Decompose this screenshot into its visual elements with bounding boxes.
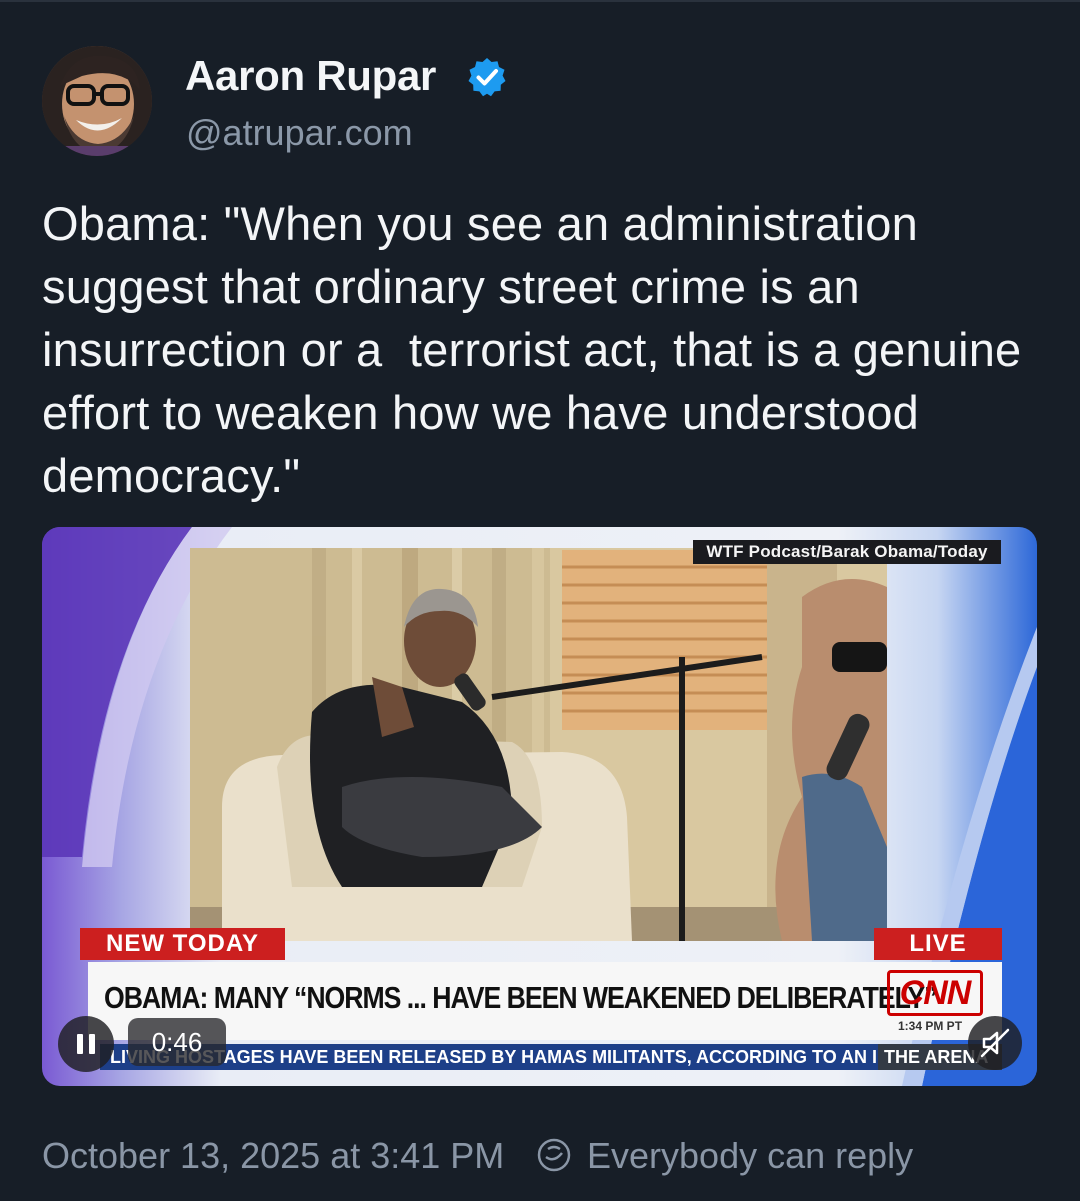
speaker-muted-icon xyxy=(980,1028,1010,1058)
verified-check-icon xyxy=(468,58,506,97)
post-timestamp[interactable]: October 13, 2025 at 3:41 PM xyxy=(42,1135,504,1177)
video-source-tag: WTF Podcast/Barak Obama/Today xyxy=(693,540,1001,564)
video-elapsed-time: 0:46 xyxy=(128,1018,226,1066)
live-badge: LIVE xyxy=(874,928,1002,960)
top-divider xyxy=(0,0,1080,2)
author-name[interactable]: Aaron Rupar xyxy=(185,52,436,100)
post-text: Obama: "When you see an administration s… xyxy=(42,197,1035,502)
pause-button[interactable] xyxy=(58,1016,114,1072)
broadcast-clock: 1:34 PM PT xyxy=(898,1019,963,1033)
reply-setting[interactable]: Everybody can reply xyxy=(587,1135,913,1177)
pause-icon xyxy=(77,1034,83,1054)
reply-settings-icon xyxy=(537,1138,571,1172)
mute-button[interactable] xyxy=(968,1016,1022,1070)
cnn-logo: CNN xyxy=(887,970,983,1016)
author-handle[interactable]: @atrupar.com xyxy=(186,112,413,154)
chyron-headline: OBAMA: MANY “NORMS ... HAVE BEEN WEAKENE… xyxy=(104,980,937,1015)
author-avatar[interactable] xyxy=(42,46,152,156)
new-today-badge: NEW TODAY xyxy=(80,928,285,960)
